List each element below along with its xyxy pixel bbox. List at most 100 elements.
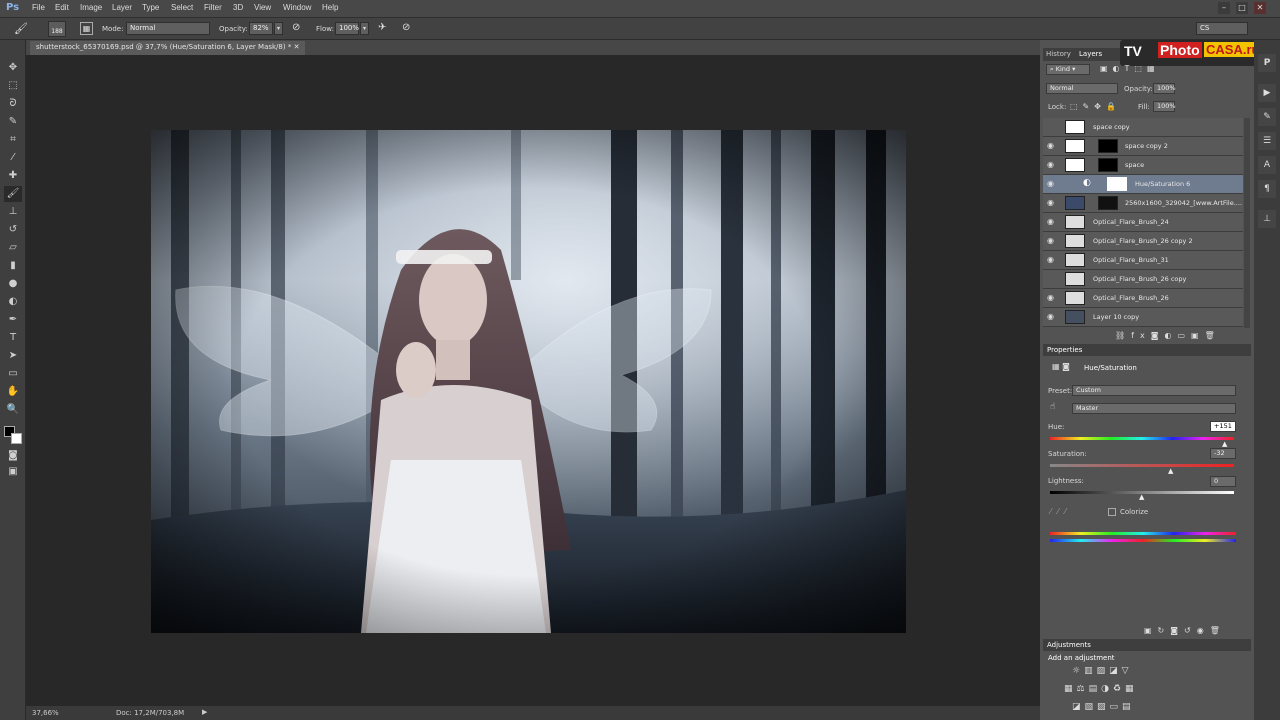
layer-name[interactable]: Optical_Flare_Brush_24 <box>1093 218 1169 226</box>
layer-row[interactable]: ◉ Optical_Flare_Brush_24 <box>1043 213 1243 232</box>
move-tool-icon[interactable]: ✥ <box>4 60 22 76</box>
quick-select-tool-icon[interactable]: ✎ <box>4 114 22 130</box>
menu-view[interactable]: View <box>254 3 271 12</box>
layer-name[interactable]: Hue/Saturation 6 <box>1135 180 1190 188</box>
opacity-dropdown-icon[interactable]: ▾ <box>274 22 283 35</box>
lasso-tool-icon[interactable]: ᘐ <box>4 96 22 112</box>
layer-row[interactable]: ◉ space <box>1043 156 1243 175</box>
marquee-tool-icon[interactable]: ⬚ <box>4 78 22 94</box>
menu-type[interactable]: Type <box>142 3 159 12</box>
eye-icon[interactable]: ◉ <box>1047 160 1057 170</box>
hue-slider-thumb[interactable]: ▲ <box>1222 440 1227 448</box>
maximize-button[interactable]: □ <box>1236 2 1248 14</box>
properties-footer-icons[interactable]: ▣↻◙↺◉🗑 <box>1144 626 1226 635</box>
brush-panel-icon[interactable]: ▦ <box>80 22 93 35</box>
lock-icons[interactable]: ⬚✎✥🔒 <box>1070 102 1121 111</box>
layer-blend-mode-select[interactable]: Normal <box>1046 83 1118 94</box>
lightness-slider-thumb[interactable]: ▲ <box>1139 493 1144 501</box>
layer-row[interactable]: Optical_Flare_Brush_26 copy <box>1043 270 1243 289</box>
tab-properties[interactable]: Properties <box>1047 346 1082 354</box>
zoom-tool-icon[interactable]: 🔍 <box>4 402 22 418</box>
gradient-tool-icon[interactable]: ▮ <box>4 258 22 274</box>
close-tab-icon[interactable]: ✕ <box>294 43 300 51</box>
menu-select[interactable]: Select <box>171 3 193 12</box>
adjust-sliders-icon[interactable]: ☰ <box>1258 132 1276 150</box>
hand-tool-icon[interactable]: ✋ <box>4 384 22 400</box>
eyedropper-tool-icon[interactable]: ⁄ <box>4 150 22 166</box>
layer-row[interactable]: ◉ space copy 2 <box>1043 137 1243 156</box>
menu-window[interactable]: Window <box>283 3 311 12</box>
pressure-size-icon[interactable]: ⊘ <box>402 22 410 33</box>
clone-stamp-tool-icon[interactable]: ⊥ <box>4 204 22 220</box>
eraser-tool-icon[interactable]: ▱ <box>4 240 22 256</box>
targeted-adjust-hand-icon[interactable]: ☝ <box>1050 402 1055 412</box>
layer-opacity-input[interactable]: 100% <box>1153 83 1176 94</box>
layer-row-selected[interactable]: ◉ ◐ Hue/Saturation 6 <box>1043 175 1243 194</box>
pressure-opacity-icon[interactable]: ⊘ <box>292 22 300 33</box>
blur-tool-icon[interactable]: ● <box>4 276 22 292</box>
lightness-input[interactable]: 0 <box>1210 476 1236 487</box>
preset-select[interactable]: Custom <box>1072 385 1236 396</box>
adjustment-icons-row-3[interactable]: ◪▧▨▭▤ <box>1072 702 1135 712</box>
hue-input[interactable]: +151 <box>1210 421 1236 432</box>
layers-scrollbar[interactable] <box>1244 118 1250 328</box>
visibility-toggle-hidden[interactable] <box>1047 274 1057 284</box>
eye-icon[interactable]: ◉ <box>1047 141 1057 151</box>
eye-icon[interactable]: ◉ <box>1047 198 1057 208</box>
eye-icon[interactable]: ◉ <box>1047 179 1057 189</box>
layer-name[interactable]: 2560x1600_329042_[www.ArtFile.... <box>1125 199 1242 207</box>
flow-input[interactable]: 100% <box>335 22 359 35</box>
mode-select[interactable]: Normal <box>126 22 210 35</box>
visibility-toggle-hidden[interactable] <box>1047 122 1057 132</box>
status-menu-arrow-icon[interactable]: ▶ <box>202 708 207 716</box>
airbrush-icon[interactable]: ✈ <box>378 22 386 33</box>
zoom-level[interactable]: 37,66% <box>32 709 59 717</box>
healing-brush-tool-icon[interactable]: ✚ <box>4 168 22 184</box>
history-brush-tool-icon[interactable]: ↺ <box>4 222 22 238</box>
tab-adjustments[interactable]: Adjustments <box>1047 641 1091 649</box>
crop-tool-icon[interactable]: ⌗ <box>4 132 22 148</box>
channel-select[interactable]: Master <box>1072 403 1236 414</box>
menu-layer[interactable]: Layer <box>112 3 132 12</box>
document-canvas[interactable] <box>151 130 906 633</box>
eyedropper-icons[interactable]: ⁄⁄⁄ <box>1050 507 1072 516</box>
paragraph-panel-icon[interactable]: ¶ <box>1258 180 1276 198</box>
menu-help[interactable]: Help <box>322 3 338 12</box>
hue-slider-track[interactable] <box>1050 437 1234 440</box>
tab-history[interactable]: History <box>1046 50 1071 58</box>
eye-icon[interactable]: ◉ <box>1047 255 1057 265</box>
menu-file[interactable]: File <box>32 3 45 12</box>
menu-3d[interactable]: 3D <box>233 3 243 12</box>
eye-icon[interactable]: ◉ <box>1047 312 1057 322</box>
panel-icon-p[interactable]: P <box>1258 54 1276 72</box>
layer-row[interactable]: space copy <box>1043 118 1243 137</box>
character-panel-icon[interactable]: A <box>1258 156 1276 174</box>
layer-name[interactable]: space <box>1125 161 1144 169</box>
eye-icon[interactable]: ◉ <box>1047 236 1057 246</box>
layers-footer-icons[interactable]: ⛓fx◙◐▭▣🗑 <box>1115 331 1221 340</box>
layer-filter-icons[interactable]: ▣◐T⬚▦ <box>1100 64 1160 73</box>
pen-tool-icon[interactable]: ✒ <box>4 312 22 328</box>
layer-kind-filter[interactable]: ⌕ Kind ▾ <box>1046 64 1090 75</box>
layer-row[interactable]: ◉ Optical_Flare_Brush_26 <box>1043 289 1243 308</box>
layer-name[interactable]: Layer 10 copy <box>1093 313 1139 321</box>
layer-name[interactable]: Optical_Flare_Brush_31 <box>1093 256 1169 264</box>
adjustment-icons-row-1[interactable]: ☼▥▨◪▽ <box>1072 666 1133 676</box>
fill-input[interactable]: 100% <box>1153 101 1176 112</box>
tab-layers[interactable]: Layers <box>1079 50 1102 58</box>
quick-mask-icon[interactable]: ◙ <box>4 448 22 464</box>
layer-row[interactable]: ◉ 2560x1600_329042_[www.ArtFile.... <box>1043 194 1243 213</box>
screen-mode-icon[interactable]: ▣ <box>4 464 22 480</box>
brush-size-picker[interactable]: 188 <box>48 21 66 37</box>
saturation-input[interactable]: -32 <box>1210 448 1236 459</box>
colorize-checkbox[interactable] <box>1108 508 1116 516</box>
layer-name[interactable]: space copy <box>1093 123 1130 131</box>
shape-tool-icon[interactable]: ▭ <box>4 366 22 382</box>
eye-icon[interactable]: ◉ <box>1047 293 1057 303</box>
clone-source-icon[interactable]: ⊥ <box>1258 210 1276 228</box>
play-actions-icon[interactable]: ▶ <box>1258 84 1276 102</box>
layer-name[interactable]: Optical_Flare_Brush_26 copy 2 <box>1093 237 1193 245</box>
workspace-select[interactable]: CS <box>1196 22 1248 35</box>
layer-name[interactable]: Optical_Flare_Brush_26 copy <box>1093 275 1186 283</box>
flow-dropdown-icon[interactable]: ▾ <box>360 22 369 35</box>
